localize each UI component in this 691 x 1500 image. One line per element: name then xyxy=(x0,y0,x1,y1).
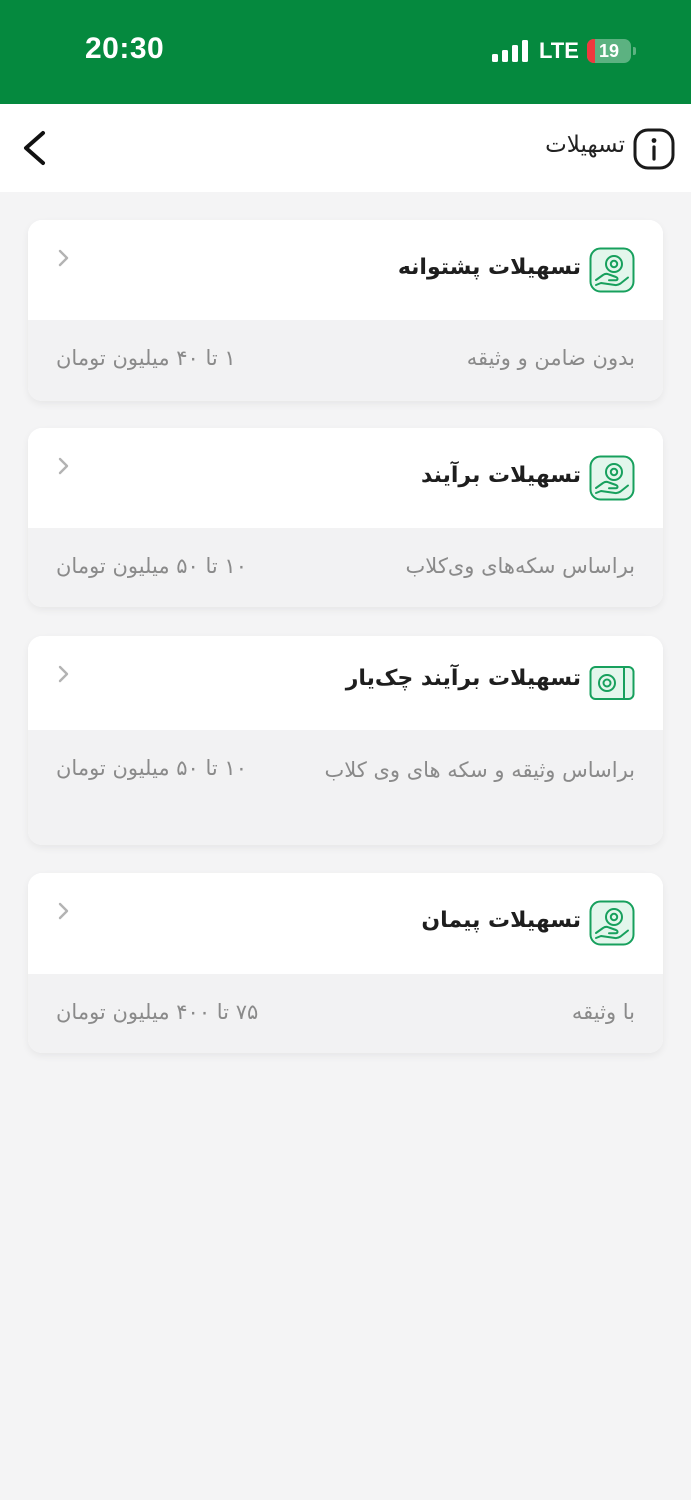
loan-description: براساس سکه‌های وی‌کلاب xyxy=(405,554,635,578)
card-header: تسهیلات برآیند چک‌یار xyxy=(28,636,663,730)
chevron-right-icon xyxy=(58,457,69,475)
loan-title: تسهیلات پشتوانه xyxy=(397,255,581,280)
loan-title: تسهیلات برآیند چک‌یار xyxy=(345,666,581,691)
status-time: 20:30 xyxy=(85,32,165,65)
card-header: تسهیلات برآیند xyxy=(28,428,663,528)
loan-card-barayand-chekyar[interactable]: تسهیلات برآیند چک‌یار براساس وثیقه و سکه… xyxy=(28,636,663,845)
app-header: تسهیلات xyxy=(0,104,691,192)
card-footer: براساس سکه‌های وی‌کلاب ۱۰ تا ۵۰ میلیون ت… xyxy=(28,528,663,607)
battery-icon: 19 xyxy=(587,39,631,63)
battery-cap xyxy=(633,47,636,55)
loan-description: با وثیقه xyxy=(571,1000,635,1024)
battery-percentage: 19 xyxy=(598,41,620,61)
back-button[interactable] xyxy=(14,124,58,172)
loan-title: تسهیلات پیمان xyxy=(421,908,581,933)
loan-card-poshtvaneh[interactable]: تسهیلات پشتوانه بدون ضامن و وثیقه ۱ تا ۴… xyxy=(28,220,663,401)
hand-coin-icon xyxy=(589,455,635,501)
chevron-left-icon xyxy=(24,131,45,165)
card-header: تسهیلات پیمان xyxy=(28,873,663,974)
chevron-right-icon xyxy=(58,665,69,683)
cellular-signal-icon xyxy=(492,40,528,62)
loan-description: بدون ضامن و وثیقه xyxy=(466,346,635,370)
hand-coin-icon xyxy=(589,247,635,293)
cheque-icon xyxy=(589,666,635,700)
info-circle-icon xyxy=(633,128,675,170)
loan-amount: ۱۰ تا ۵۰ میلیون تومان xyxy=(56,554,247,578)
loan-description: براساس وثیقه و سکه های وی کلاب xyxy=(324,758,635,782)
loan-amount: ۱۰ تا ۵۰ میلیون تومان xyxy=(56,756,247,780)
page-title: تسهیلات xyxy=(545,132,625,158)
chevron-right-icon xyxy=(58,902,69,920)
card-footer: بدون ضامن و وثیقه ۱ تا ۴۰ میلیون تومان xyxy=(28,320,663,401)
info-button[interactable] xyxy=(633,128,675,170)
loan-title: تسهیلات برآیند xyxy=(420,463,581,488)
card-header: تسهیلات پشتوانه xyxy=(28,220,663,320)
network-type: LTE xyxy=(539,38,579,63)
card-footer: با وثیقه ۷۵ تا ۴۰۰ میلیون تومان xyxy=(28,974,663,1053)
status-bar: 20:30 LTE 19 xyxy=(0,0,691,104)
hand-coin-icon xyxy=(589,900,635,946)
loan-card-barayand[interactable]: تسهیلات برآیند براساس سکه‌های وی‌کلاب ۱۰… xyxy=(28,428,663,607)
loan-amount: ۱ تا ۴۰ میلیون تومان xyxy=(56,346,236,370)
card-footer: براساس وثیقه و سکه های وی کلاب ۱۰ تا ۵۰ … xyxy=(28,730,663,845)
loan-amount: ۷۵ تا ۴۰۰ میلیون تومان xyxy=(56,1000,259,1024)
chevron-right-icon xyxy=(58,249,69,267)
loan-card-peyman[interactable]: تسهیلات پیمان با وثیقه ۷۵ تا ۴۰۰ میلیون … xyxy=(28,873,663,1053)
